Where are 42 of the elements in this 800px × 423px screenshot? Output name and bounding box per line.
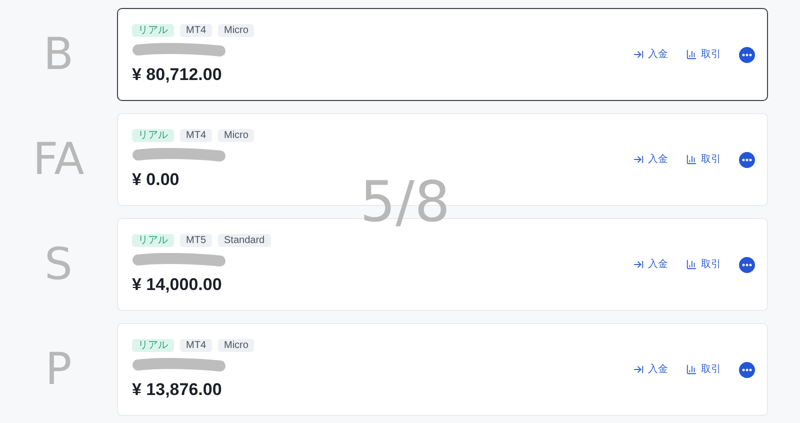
account-tag: MT4 [180,339,212,352]
trade-button[interactable]: 取引 [686,257,721,272]
account-tag: MT4 [180,24,212,37]
account-balance: ¥ 13,876.00 [132,380,223,400]
more-button[interactable] [739,362,755,378]
deposit-button[interactable]: 入金 [633,152,668,167]
trade-button[interactable]: 取引 [686,47,721,62]
account-tag: MT4 [180,129,212,142]
account-balance: ¥ 0.00 [132,170,180,190]
account-tag: リアル [132,129,174,142]
handwritten-note: P [45,348,72,392]
deposit-button[interactable]: 入金 [633,257,668,272]
account-tag: Standard [218,234,271,247]
more-button[interactable] [739,256,755,272]
trade-button[interactable]: 取引 [686,152,721,167]
arrow-to-line-icon [633,154,644,165]
more-button[interactable] [739,152,755,168]
bar-chart-icon [686,49,697,60]
account-card[interactable]: リアル MT4 Micro ¥ 13,876.00 入金 取引 [117,323,768,416]
bar-chart-icon [686,259,697,270]
handwritten-note: B [43,32,74,76]
account-tag: リアル [132,234,174,247]
account-balance: ¥ 14,000.00 [132,275,223,295]
account-balance: ¥ 80,712.00 [132,65,223,85]
handwritten-note: S [44,242,72,286]
account-tag: リアル [132,339,174,352]
deposit-button[interactable]: 入金 [633,362,668,377]
deposit-button[interactable]: 入金 [633,47,668,62]
arrow-to-line-icon [633,364,644,375]
trade-button[interactable]: 取引 [686,362,721,377]
account-tag: Micro [218,339,254,352]
account-tag: Micro [218,129,254,142]
account-card[interactable]: リアル MT4 Micro ¥ 80,712.00 入金 取引 [117,8,768,101]
more-button[interactable] [739,46,755,62]
bar-chart-icon [686,364,697,375]
account-tag: Micro [218,24,254,37]
account-tag: リアル [132,24,174,37]
handwritten-note: FA [32,138,84,182]
account-tag: MT5 [180,234,212,247]
arrow-to-line-icon [633,259,644,270]
arrow-to-line-icon [633,49,644,60]
bar-chart-icon [686,154,697,165]
